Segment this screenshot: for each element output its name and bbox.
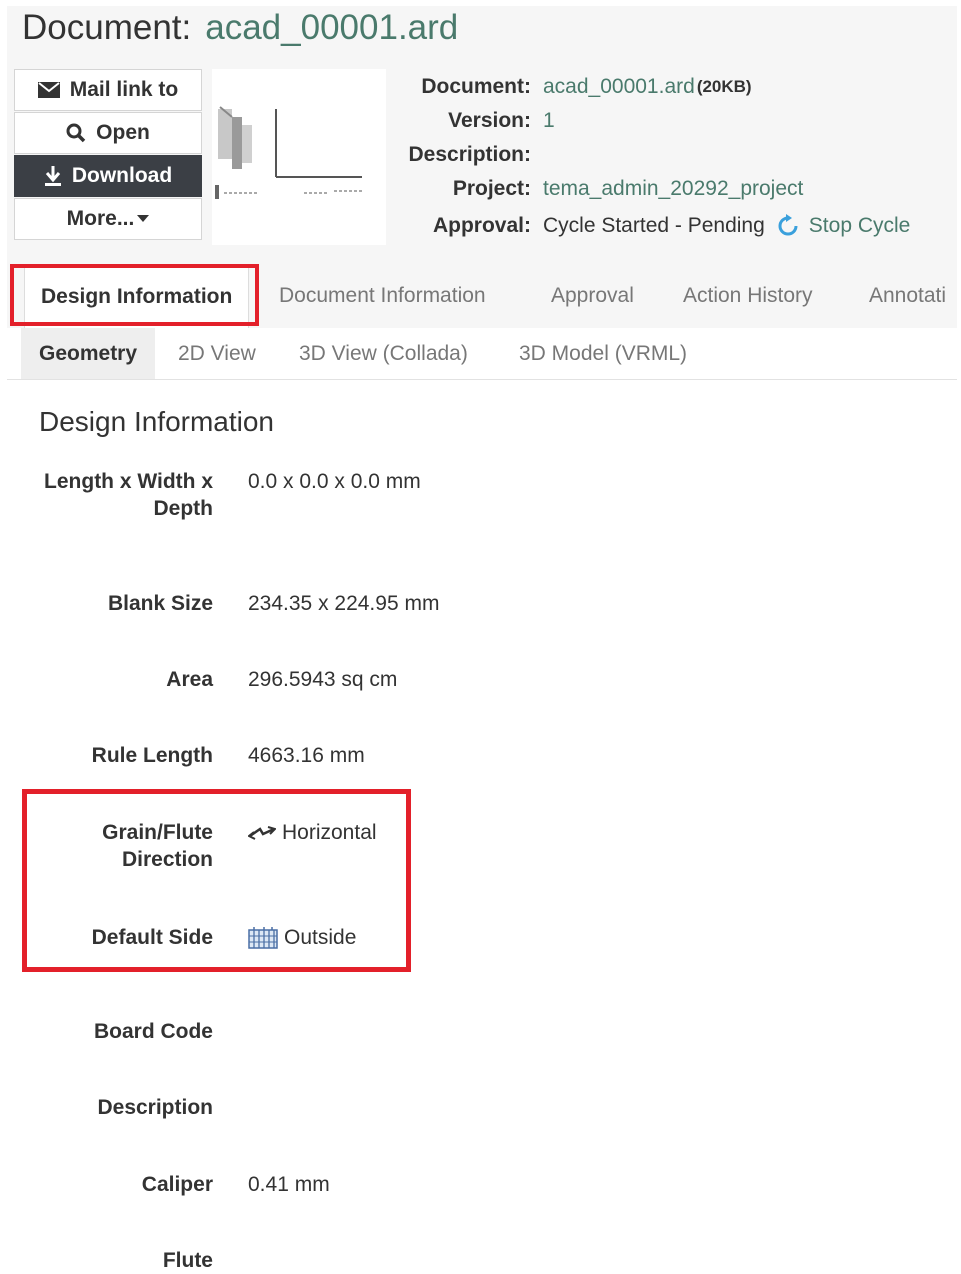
meta-description-label: Description: bbox=[408, 143, 531, 166]
meta-document-row: Document: acad_00001.ard (20KB) bbox=[391, 70, 910, 104]
meta-approval-status: Cycle Started - Pending bbox=[543, 214, 765, 237]
tab-approval[interactable]: Approval bbox=[551, 264, 634, 328]
main-tabs: Design Information Document Information … bbox=[7, 264, 957, 329]
page-title-prefix: Document: bbox=[22, 8, 192, 47]
meta-version-label: Version: bbox=[448, 109, 531, 132]
caret-down-icon bbox=[137, 215, 150, 223]
meta-document-label: Document: bbox=[421, 75, 531, 98]
document-page: Document: acad_00001.ard Mail link to Ope… bbox=[7, 6, 957, 1273]
outside-side-icon bbox=[248, 926, 278, 950]
meta-version-row: Version: 1 bbox=[391, 104, 910, 138]
meta-approval-label: Approval: bbox=[432, 214, 531, 237]
mail-link-button[interactable]: Mail link to bbox=[14, 69, 202, 111]
subtab-2d-view[interactable]: 2D View bbox=[178, 328, 256, 379]
field-label-caliper: Caliper bbox=[141, 1173, 213, 1196]
meta-project-label: Project: bbox=[452, 177, 531, 200]
horizontal-grain-icon bbox=[248, 825, 276, 841]
field-value-rule-length: 4663.16 mm bbox=[248, 744, 365, 767]
document-thumbnail[interactable] bbox=[212, 69, 386, 245]
field-label-rule-length: Rule Length bbox=[91, 744, 213, 767]
mail-icon bbox=[37, 82, 60, 98]
meta-project-link[interactable]: tema_admin_20292_project bbox=[543, 177, 803, 201]
field-label-area: Area bbox=[166, 668, 213, 691]
section-title: Design Information bbox=[39, 406, 275, 437]
field-label-description: Description bbox=[97, 1096, 213, 1119]
stop-cycle-link[interactable]: Stop Cycle bbox=[775, 213, 911, 239]
field-value-blank-size: 234.35 x 224.95 mm bbox=[248, 592, 440, 615]
field-value-lwd: 0.0 x 0.0 x 0.0 mm bbox=[248, 470, 421, 493]
subtab-3d-view-collada[interactable]: 3D View (Collada) bbox=[299, 328, 468, 379]
page-title: Document: acad_00001.ard bbox=[22, 8, 458, 48]
meta-description-row: Description: bbox=[391, 138, 910, 172]
field-label-flute: Flute bbox=[162, 1249, 213, 1272]
field-label-blank-size: Blank Size bbox=[107, 592, 213, 615]
stop-cycle-label: Stop Cycle bbox=[808, 214, 911, 237]
subtab-3d-model-vrml[interactable]: 3D Model (VRML) bbox=[519, 328, 687, 379]
tab-document-information[interactable]: Document Information bbox=[279, 264, 486, 328]
action-buttons: Mail link to Open Download More... bbox=[14, 69, 202, 241]
download-label: Download bbox=[71, 164, 173, 187]
field-label-lwd: Length x Width x Depth bbox=[7, 468, 213, 522]
field-label-lwd-line2: Depth bbox=[153, 497, 214, 520]
open-button[interactable]: Open bbox=[14, 112, 202, 154]
meta-approval-row: Approval: Cycle Started - Pending Stop C… bbox=[391, 206, 910, 246]
tab-annotations[interactable]: Annotati bbox=[869, 264, 957, 328]
field-value-default-side: Outside bbox=[248, 924, 356, 951]
field-label-default-side: Default Side bbox=[91, 926, 213, 949]
meta-version-value: 1 bbox=[543, 109, 555, 132]
meta-project-row: Project: tema_admin_20292_project bbox=[391, 172, 910, 206]
search-icon bbox=[66, 123, 86, 143]
meta-document-value: acad_00001.ard bbox=[543, 75, 695, 98]
field-label-lwd-line1: Length x Width x bbox=[44, 470, 213, 493]
document-metadata: Document: acad_00001.ard (20KB) Version:… bbox=[391, 70, 910, 246]
page-title-document-name: acad_00001.ard bbox=[205, 8, 459, 47]
subtab-geometry[interactable]: Geometry bbox=[21, 328, 156, 379]
default-side-text: Outside bbox=[284, 926, 357, 949]
download-button[interactable]: Download bbox=[14, 155, 202, 197]
open-label: Open bbox=[96, 121, 150, 144]
meta-document-size: (20KB) bbox=[696, 77, 752, 96]
field-value-grain-direction: Horizontal bbox=[248, 819, 377, 846]
tab-action-history[interactable]: Action History bbox=[683, 264, 813, 328]
more-menu-button[interactable]: More... bbox=[14, 198, 202, 240]
field-label-grain-line1: Grain/Flute bbox=[102, 821, 213, 844]
field-value-caliper: 0.41 mm bbox=[248, 1173, 330, 1196]
field-label-grain-line2: Direction bbox=[121, 848, 213, 871]
more-label: More... bbox=[66, 207, 135, 230]
grain-direction-text: Horizontal bbox=[282, 821, 377, 844]
field-value-area: 296.5943 sq cm bbox=[248, 668, 398, 691]
tab-design-information[interactable]: Design Information bbox=[24, 264, 250, 328]
download-icon bbox=[44, 165, 62, 187]
field-label-board-code: Board Code bbox=[93, 1020, 213, 1043]
field-label-grain-direction: Grain/Flute Direction bbox=[7, 819, 213, 873]
refresh-icon bbox=[775, 213, 801, 239]
mail-link-label: Mail link to bbox=[69, 78, 179, 101]
sub-tabs: Geometry 2D View 3D View (Collada) 3D Mo… bbox=[7, 328, 957, 380]
